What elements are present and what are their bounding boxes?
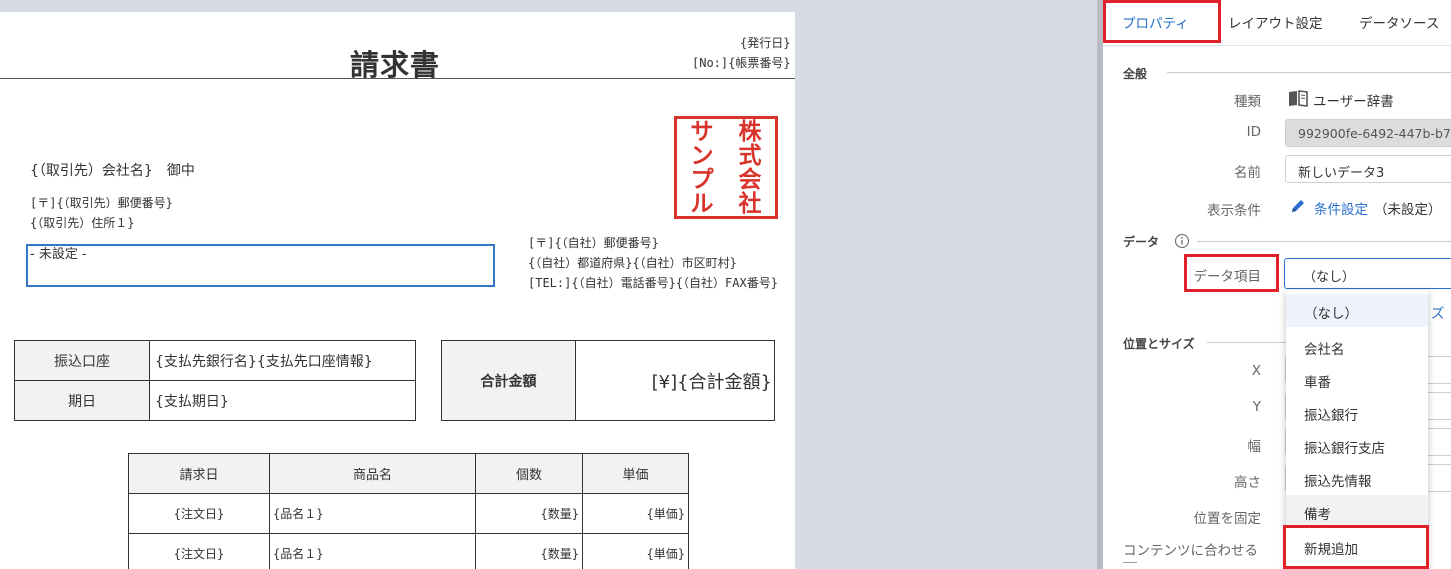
properties-panel: プロパティ レイアウト設定 データソース 全般 種類 ユーザー辞書 ID 992…	[1097, 0, 1451, 569]
product-name-cell[interactable]: {品名１}	[269, 533, 476, 569]
bank-label: 振込口座	[14, 340, 150, 381]
total-label: 合計金額	[441, 340, 576, 421]
option-none[interactable]: （なし）	[1286, 294, 1428, 327]
product-name-cell[interactable]: {品名１}	[269, 493, 476, 534]
company-seal-stamp[interactable]: 株式会社 サンプル	[674, 116, 778, 219]
order-date-cell[interactable]: {注文日}	[128, 493, 270, 534]
tab-data-source[interactable]: データソース	[1359, 12, 1439, 32]
header-billing-date: 請求日	[128, 453, 270, 494]
fit-content-label: コンテンツに合わせる	[1123, 543, 1258, 559]
items-table[interactable]: 請求日 商品名 個数 単価 {注文日} {品名１} {数量} {単価} {注文日…	[128, 453, 689, 569]
section-data-title: データ	[1123, 235, 1160, 249]
company-zip-field[interactable]: [〒]{（自社）郵便番号}	[528, 234, 659, 251]
type-label: 種類	[1234, 94, 1261, 110]
fix-position-label: 位置を固定	[1193, 511, 1262, 527]
y-label: Y	[1252, 399, 1261, 415]
unit-price-cell[interactable]: {単価}	[582, 533, 689, 569]
due-value-field[interactable]: {支払期日}	[149, 380, 416, 421]
condition-setting-link[interactable]: 条件設定	[1314, 198, 1368, 218]
option-bank-branch[interactable]: 振込銀行支店	[1286, 429, 1428, 462]
quantity-cell[interactable]: {数量}	[475, 493, 583, 534]
bank-value-field[interactable]: {支払先銀行名}{支払先口座情報}	[149, 340, 416, 381]
section-divider	[1207, 342, 1287, 343]
company-tel-field[interactable]: [TEL:]{（自社）電話番号}{（自社）FAX番号}	[528, 274, 778, 291]
total-value-field[interactable]: [¥]{合計金額}	[575, 340, 775, 421]
book-icon	[1287, 89, 1309, 111]
seal-column-right: 株式会社	[738, 118, 762, 217]
table-row[interactable]: {注文日} {品名１} {数量} {単価}	[128, 533, 689, 569]
truncated-text-line	[1123, 562, 1137, 563]
section-divider	[1197, 241, 1451, 242]
header-unit-price: 単価	[582, 453, 689, 494]
option-company-name[interactable]: 会社名	[1286, 330, 1428, 363]
seal-column-left: サンプル	[690, 118, 714, 217]
pencil-icon[interactable]	[1290, 198, 1306, 218]
x-label: X	[1251, 363, 1261, 379]
condition-status: （未設定）	[1374, 202, 1442, 218]
selected-unset-data-field[interactable]: - 未設定 -	[26, 244, 495, 287]
hidden-link-fragment[interactable]: ズ	[1431, 302, 1445, 322]
due-label: 期日	[14, 380, 150, 421]
height-label: 高さ	[1234, 475, 1261, 491]
data-item-label-highlight	[1184, 254, 1279, 292]
id-field[interactable]: 992900fe-6492-447b-b7c	[1285, 119, 1451, 147]
doc-number-field[interactable]: [No:]{帳票番号}	[692, 54, 791, 71]
company-address-field[interactable]: {（自社）都道府県}{（自社）市区町村}	[528, 254, 737, 271]
width-label: 幅	[1247, 439, 1262, 455]
tab-layout-settings[interactable]: レイアウト設定	[1228, 12, 1323, 32]
client-zip-field[interactable]: [〒]{（取引先）郵便番号}	[30, 194, 173, 211]
option-transfer-info[interactable]: 振込先情報	[1286, 462, 1428, 495]
info-icon[interactable]	[1174, 233, 1190, 253]
condition-label: 表示条件	[1207, 203, 1261, 219]
table-row[interactable]: {注文日} {品名１} {数量} {単価}	[128, 493, 689, 534]
tab-highlight-box	[1103, 0, 1221, 43]
id-label: ID	[1246, 124, 1261, 140]
total-amount-table[interactable]: 合計金額 [¥]{合計金額}	[441, 340, 775, 421]
client-address-field[interactable]: {（取引先）住所１}	[30, 214, 134, 231]
type-value-text: ユーザー辞書	[1313, 94, 1394, 110]
quantity-cell[interactable]: {数量}	[475, 533, 583, 569]
header-quantity: 個数	[475, 453, 583, 494]
option-remarks[interactable]: 備考	[1286, 495, 1428, 528]
name-input[interactable]: 新しいデータ3	[1285, 155, 1451, 183]
issue-date-field[interactable]: {発行日}	[740, 34, 790, 51]
section-position-title: 位置とサイズ	[1123, 337, 1195, 351]
data-item-select[interactable]: （なし）	[1284, 258, 1451, 289]
name-label: 名前	[1234, 165, 1261, 181]
option-bank[interactable]: 振込銀行	[1286, 396, 1428, 429]
option-vehicle-number[interactable]: 車番	[1286, 363, 1428, 396]
header-product-name: 商品名	[269, 453, 476, 494]
section-general-title: 全般	[1123, 67, 1148, 81]
unit-price-cell[interactable]: {単価}	[582, 493, 689, 534]
order-date-cell[interactable]: {注文日}	[128, 533, 270, 569]
bank-info-table[interactable]: 振込口座 {支払先銀行名}{支払先口座情報} 期日 {支払期日}	[14, 340, 416, 421]
condition-row: 条件設定 （未設定）	[1290, 198, 1442, 218]
title-divider	[0, 78, 795, 79]
document-canvas[interactable]: 請求書 {発行日} [No:]{帳票番号} {（取引先）会社名} 御中 [〒]{…	[0, 12, 795, 569]
type-value: ユーザー辞書	[1287, 89, 1394, 111]
section-divider	[1167, 72, 1451, 73]
add-new-highlight	[1283, 525, 1429, 569]
client-name-field[interactable]: {（取引先）会社名} 御中	[30, 160, 195, 180]
